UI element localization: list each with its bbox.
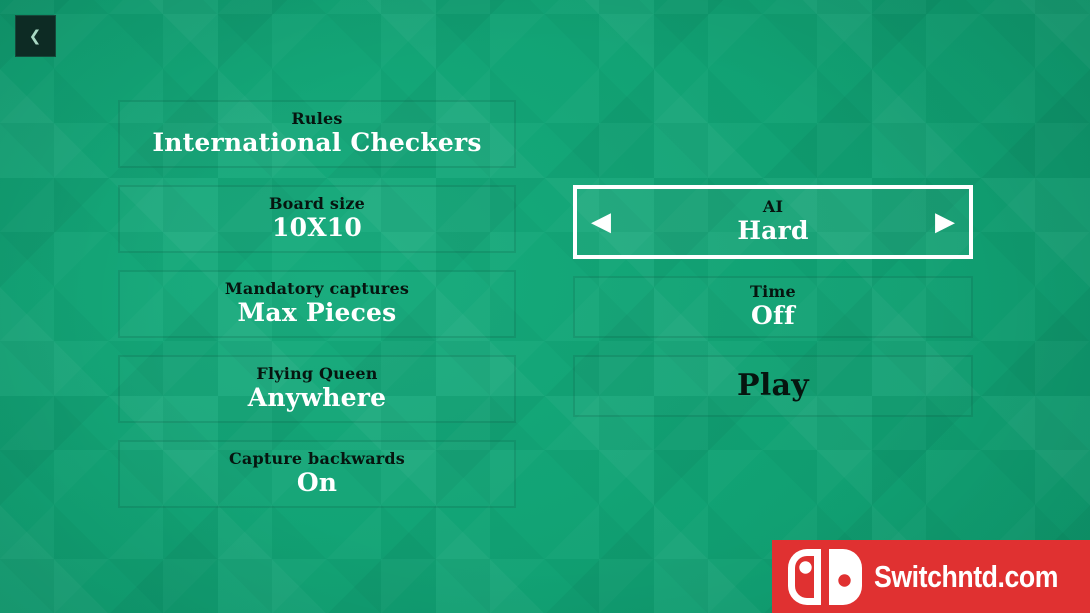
game-settings-screen: ❮ Rules International Checkers Board siz… [0, 0, 1090, 613]
watermark-text: Switchntd.com [874, 558, 1058, 594]
settings-column-left: Rules International Checkers Board size … [118, 100, 516, 525]
setting-label: AI [762, 197, 784, 217]
setting-value: International Checkers [152, 127, 482, 157]
setting-label: Time [750, 282, 796, 302]
setting-flying-queen[interactable]: Flying Queen Anywhere [118, 355, 516, 423]
setting-value: 10X10 [272, 212, 362, 242]
setting-value: Anywhere [247, 382, 387, 412]
chevron-right-icon[interactable]: ▶ [935, 209, 955, 235]
setting-value: On [296, 467, 338, 497]
setting-value: Off [751, 300, 795, 330]
setting-board-size[interactable]: Board size 10X10 [118, 185, 516, 253]
setting-rules[interactable]: Rules International Checkers [118, 100, 516, 168]
watermark-banner: Switchntd.com [772, 540, 1090, 613]
nintendo-switch-logo-icon [788, 548, 862, 605]
chevron-left-icon: ❮ [28, 26, 42, 45]
setting-ai[interactable]: ◀ AI Hard ▶ [573, 185, 973, 259]
settings-column-right: ◀ AI Hard ▶ Time Off Play [573, 185, 973, 417]
setting-value: Hard [737, 215, 809, 245]
setting-label: Board size [268, 194, 366, 214]
setting-label: Rules [291, 109, 343, 129]
setting-capture-backwards[interactable]: Capture backwards On [118, 440, 516, 508]
back-button[interactable]: ❮ [15, 15, 56, 57]
setting-mandatory-captures[interactable]: Mandatory captures Max Pieces [118, 270, 516, 338]
play-button[interactable]: Play [573, 355, 973, 417]
play-button-label: Play [736, 368, 810, 403]
setting-label: Capture backwards [228, 449, 406, 469]
setting-label: Mandatory captures [224, 279, 410, 299]
chevron-left-icon[interactable]: ◀ [591, 209, 611, 235]
setting-label: Flying Queen [256, 364, 378, 384]
setting-time[interactable]: Time Off [573, 276, 973, 338]
setting-value: Max Pieces [237, 297, 397, 327]
